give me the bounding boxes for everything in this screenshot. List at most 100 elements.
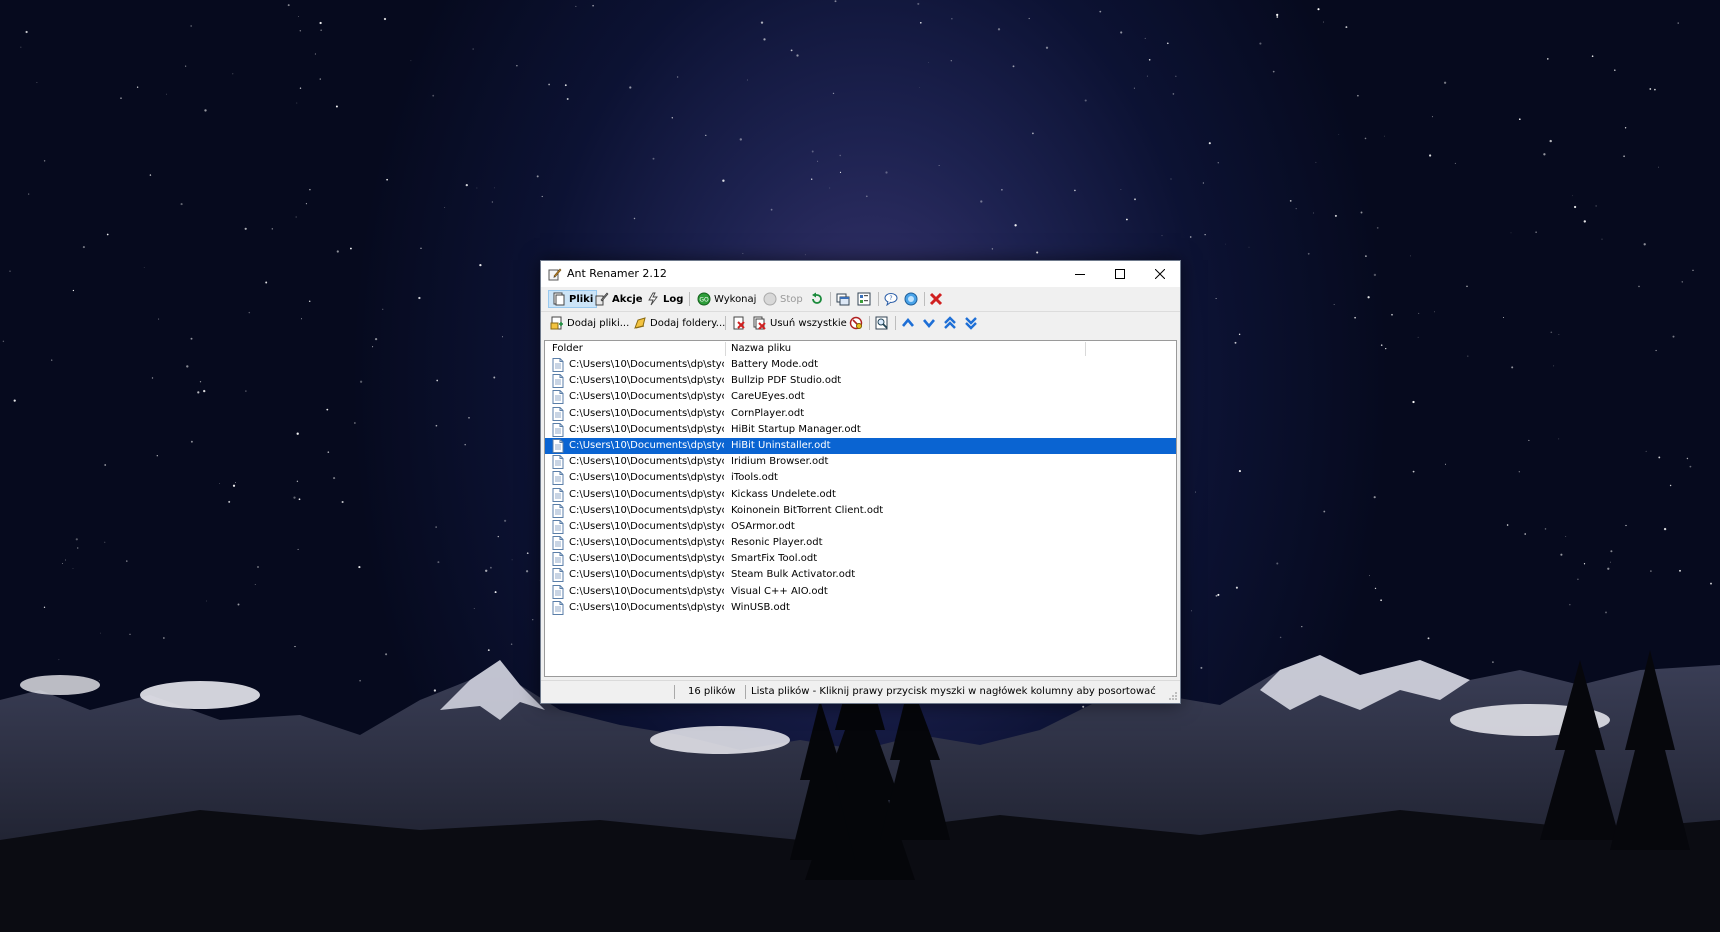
list-item[interactable]: C:\Users\10\Documents\dp\styc... Steam Bu… [545,567,1176,583]
document-icon [552,536,564,551]
list-item[interactable]: C:\Users\10\Documents\dp\styc... Battery … [545,357,1176,373]
row-folder: C:\Users\10\Documents\dp\styc... [569,359,724,370]
row-filename: Resonic Player.odt [731,537,823,549]
window-title: Ant Renamer 2.12 [567,267,667,280]
maximize-button[interactable] [1100,261,1140,287]
row-filename: CornPlayer.odt [731,407,805,419]
row-folder: C:\Users\10\Documents\dp\styc... [569,391,724,403]
list-item[interactable]: C:\Users\10\Documents\dp\styc... Kickass … [545,487,1176,503]
list-item[interactable]: C:\Users\10\Documents\dp\styc... HiBit St… [545,422,1176,438]
move-up-icon [902,317,914,327]
remove-selected-button[interactable] [732,314,746,332]
list-item[interactable]: C:\Users\10\Documents\dp\styc... Bullzip … [545,373,1176,389]
remove-all-label: Usuń wszystkie [770,317,847,329]
tab-akcje-label: Akcje [612,293,643,305]
move-bottom-icon [965,317,977,330]
row-folder: C:\Users\10\Documents\dp\styc... [569,520,724,532]
move-up-button[interactable] [901,314,915,332]
exit-button[interactable] [929,290,943,308]
list-item[interactable]: C:\Users\10\Documents\dp\styc... CareUEye… [545,389,1176,405]
move-bottom-button[interactable] [964,314,978,332]
list-item[interactable]: C:\Users\10\Documents\dp\styc... Iridium … [545,454,1176,470]
toolbar-separator [895,316,896,330]
row-folder: C:\Users\10\Documents\dp\styc... [569,504,724,516]
remove-all-button[interactable]: Usuń wszystkie [753,314,847,332]
list-item[interactable]: C:\Users\10\Documents\dp\styc... Resonic … [545,535,1176,551]
remove-dead-button[interactable] [849,314,863,332]
exit-icon [929,292,943,306]
row-filename: SmartFix Tool.odt [731,553,818,565]
tab-pliki[interactable]: Pliki [548,290,598,308]
stop-button[interactable]: Stop [763,290,803,308]
list-item[interactable]: C:\Users\10\Documents\dp\styc... iTools.o… [545,470,1176,486]
toolbar-separator [924,292,925,306]
file-list-header: Folder Nazwa pliku [545,341,1176,357]
add-files-button[interactable]: Dodaj pliki... [550,314,629,332]
list-item[interactable]: C:\Users\10\Documents\dp\styc... Visual C… [545,584,1176,600]
title-bar[interactable]: Ant Renamer 2.12 [541,261,1180,287]
row-folder: C:\Users\10\Documents\dp\styc... [569,601,724,613]
move-top-button[interactable] [943,314,957,332]
status-hint: Lista plików - Kliknij prawy przycisk my… [751,686,1156,697]
row-folder: C:\Users\10\Documents\dp\styc... [569,456,724,468]
document-icon [552,406,564,421]
wykonaj-button[interactable]: GO Wykonaj [697,290,756,308]
window-button[interactable] [836,290,850,308]
list-item[interactable]: C:\Users\10\Documents\dp\styc... HiBit Un… [545,437,1176,455]
tab-log[interactable]: Log [646,290,683,308]
files-icon [553,292,565,306]
list-item[interactable]: C:\Users\10\Documents\dp\styc... SmartFix… [545,551,1176,567]
row-folder: C:\Users\10\Documents\dp\styc... [569,488,724,500]
column-divider[interactable] [1085,342,1086,356]
actions-icon [595,292,609,306]
remove-all-icon [753,316,766,330]
row-folder: C:\Users\10\Documents\dp\styc... [569,472,724,484]
list-item[interactable]: C:\Users\10\Documents\dp\styc... OSArmor.… [545,519,1176,535]
move-down-icon [923,319,935,329]
list-item[interactable]: C:\Users\10\Documents\dp\styc... CornPlay… [545,406,1176,422]
file-count: 16 plików [688,686,736,697]
row-folder: C:\Users\10\Documents\dp\styc... [569,439,724,451]
wykonaj-label: Wykonaj [714,293,757,305]
row-folder: C:\Users\10\Documents\dp\styc... [569,407,724,419]
document-icon [552,552,564,567]
document-icon [552,374,564,389]
svg-text:?: ? [889,295,892,302]
options-button[interactable] [857,290,871,308]
add-folders-label: Dodaj foldery... [650,317,726,329]
undo-button[interactable] [810,290,824,308]
column-name[interactable]: Nazwa pliku [731,343,791,354]
row-filename: Iridium Browser.odt [731,456,829,468]
file-list[interactable]: Folder Nazwa pliku C:\Users\10\Documents… [544,340,1177,677]
ant-renamer-window: Ant Renamer 2.12 Pliki Akcje Log GO Wyko… [540,260,1181,704]
row-filename: iTools.odt [731,472,778,484]
close-icon [1155,269,1165,279]
tab-akcje[interactable]: Akcje [595,290,643,308]
column-folder[interactable]: Folder [552,343,583,354]
maximize-icon [1115,269,1125,279]
row-filename: Kickass Undelete.odt [731,488,836,500]
move-down-button[interactable] [922,314,936,332]
log-icon [648,292,658,306]
toolbar-separator [725,316,726,330]
tab-pliki-label: Pliki [569,293,594,305]
toolbar-separator [689,292,690,306]
row-filename: Bullzip PDF Studio.odt [731,375,842,387]
add-folders-button[interactable]: Dodaj foldery... [633,314,725,332]
preview-button[interactable] [875,314,889,332]
about-icon [904,292,918,306]
minimize-button[interactable] [1060,261,1100,287]
document-icon [552,503,564,518]
column-divider[interactable] [725,342,726,356]
help-button[interactable]: ? [884,290,898,308]
add-files-label: Dodaj pliki... [567,317,630,329]
list-item[interactable]: C:\Users\10\Documents\dp\styc... Koinonei… [545,503,1176,519]
document-icon [552,471,564,486]
row-folder: C:\Users\10\Documents\dp\styc... [569,569,724,581]
close-button[interactable] [1140,261,1180,287]
options-icon [857,292,871,306]
resize-grip-icon[interactable] [1168,691,1178,701]
row-filename: OSArmor.odt [731,520,795,532]
list-item[interactable]: C:\Users\10\Documents\dp\styc... WinUSB.o… [545,600,1176,616]
about-button[interactable] [904,290,918,308]
